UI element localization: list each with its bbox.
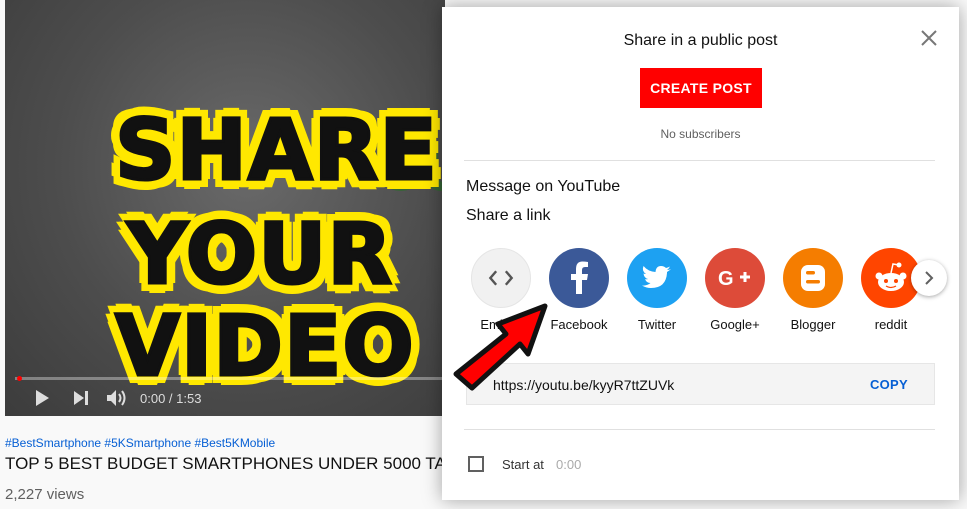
thumbnail-text-line-3: VIDEO [114,297,416,395]
progress-bar[interactable] [15,377,445,380]
blogger-label: Blogger [790,317,836,332]
twitter-icon [642,266,671,288]
google-plus-icon: G [718,268,750,290]
thumbnail-text-line-1: SHARE [114,101,439,199]
next-video-icon[interactable] [73,389,89,412]
create-post-button[interactable]: CREATE POST [640,68,762,108]
twitter-label: Twitter [637,317,677,332]
volume-icon[interactable] [106,389,130,412]
google-plus-button[interactable]: G [705,248,765,308]
view-count: 2,227 views [5,486,85,503]
message-on-youtube-link[interactable]: Message on YouTube [466,178,620,196]
blogger-button[interactable] [783,248,843,308]
divider [464,429,935,430]
annotation-arrow-icon [453,303,548,391]
play-icon[interactable] [33,389,51,412]
share-carousel-next-button[interactable] [911,260,947,296]
blogger-icon [801,265,825,291]
dialog-title: Share in a public post [623,32,778,49]
chevron-right-icon [925,271,934,285]
thumbnail-text-line-2: YOUR [125,205,394,303]
time-display: 0:00 / 1:53 [140,391,202,406]
video-hashtags[interactable]: #BestSmartphone #5KSmartphone #Best5KMob… [5,436,275,450]
start-at-checkbox[interactable] [468,456,484,472]
start-time-input[interactable]: 0:00 [556,457,581,472]
copy-button[interactable]: COPY [870,377,908,392]
svg-text:G: G [718,268,734,290]
google-plus-label: Google+ [710,317,760,332]
reddit-label: reddit [874,317,908,332]
start-at-label: Start at [502,457,544,472]
share-dialog: Share in a public post CREATE POST No su… [442,7,959,500]
video-player[interactable]: ou SHARE YOUR VIDEO 0:00 / 1:53 [5,0,445,416]
subscriber-count: No subscribers [660,127,741,141]
twitter-button[interactable] [627,248,687,308]
player-controls: 0:00 / 1:53 [5,381,445,416]
divider [464,160,935,161]
video-title: TOP 5 BEST BUDGET SMARTPHONES UNDER 5000… [5,454,442,473]
share-link-heading: Share a link [466,207,551,224]
